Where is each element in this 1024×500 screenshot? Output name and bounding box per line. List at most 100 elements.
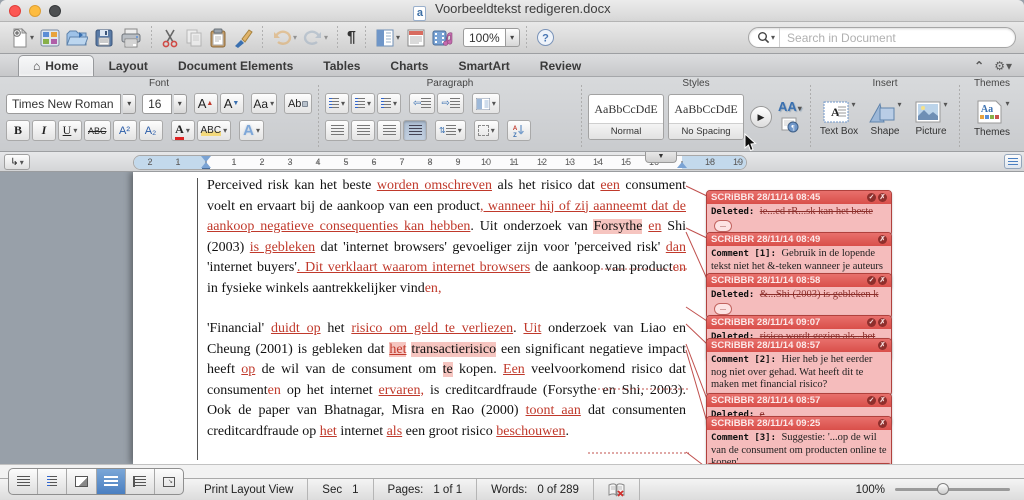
view-layout-button[interactable]: ▾ bbox=[372, 26, 403, 50]
accept-change-icon[interactable]: ✓ bbox=[867, 276, 876, 285]
focus-view-button[interactable]: ↘ bbox=[155, 469, 183, 494]
save-button[interactable] bbox=[91, 26, 117, 50]
zoom-slider-thumb[interactable] bbox=[937, 483, 949, 495]
chevron-down-icon[interactable]: ▾ bbox=[174, 94, 187, 114]
grow-font-button[interactable]: A▲ bbox=[194, 93, 218, 114]
tab-tables[interactable]: Tables bbox=[308, 55, 375, 76]
copy-button[interactable] bbox=[182, 26, 206, 50]
collapse-ribbon-button[interactable]: ⌃ bbox=[974, 59, 984, 73]
paragraph[interactable]: 'Financial' duidt op het risico om geld … bbox=[207, 319, 686, 442]
ribbon-collapse-handle[interactable]: ▼ bbox=[645, 152, 677, 163]
line-spacing-button[interactable]: ⇅▾ bbox=[435, 120, 466, 141]
tab-document-elements[interactable]: Document Elements bbox=[163, 55, 308, 76]
cut-button[interactable] bbox=[158, 26, 182, 50]
header-footer-button[interactable] bbox=[403, 26, 429, 50]
shrink-font-button[interactable]: A▼ bbox=[220, 93, 244, 114]
undo-button[interactable]: ▾ bbox=[269, 26, 300, 50]
numbered-list-button[interactable]: ▾ bbox=[351, 93, 375, 114]
decrease-indent-button[interactable]: ⇦ bbox=[409, 93, 435, 114]
new-document-button[interactable]: ▾ bbox=[8, 26, 37, 50]
comment-bubble[interactable]: SCRiBBR 28/11/14 09:25✗Comment [3]: Sugg… bbox=[706, 416, 892, 464]
superscript-button[interactable]: A² bbox=[113, 120, 137, 141]
zoom-slider[interactable] bbox=[895, 488, 1010, 491]
reject-change-icon[interactable]: ✗ bbox=[878, 235, 887, 244]
deletion-bubble[interactable]: SCRiBBR 28/11/14 08:45✓✗Deleted: ie...ed… bbox=[706, 190, 892, 236]
publishing-layout-button[interactable] bbox=[67, 469, 96, 494]
media-browser-button[interactable] bbox=[429, 26, 457, 50]
font-size-select[interactable]: 16 bbox=[142, 94, 172, 114]
search-scope-button[interactable]: ▾ bbox=[749, 28, 780, 47]
chevron-down-icon[interactable]: ▾ bbox=[123, 94, 136, 114]
tab-charts[interactable]: Charts bbox=[375, 55, 443, 76]
document-page[interactable]: Perceived risk kan het beste worden omsc… bbox=[133, 172, 1024, 464]
tab-layout[interactable]: Layout bbox=[94, 55, 163, 76]
section-indicator[interactable]: Sec1 bbox=[308, 484, 372, 496]
change-case-button[interactable]: Aa▾ bbox=[251, 93, 277, 114]
reject-change-icon[interactable]: ✗ bbox=[878, 341, 887, 350]
notebook-layout-button[interactable] bbox=[126, 469, 155, 494]
multilevel-list-button[interactable]: ▾ bbox=[377, 93, 401, 114]
align-center-button[interactable] bbox=[351, 120, 375, 141]
manage-styles-button[interactable]: ¶ bbox=[781, 117, 799, 136]
picture-button[interactable]: ▾Picture bbox=[909, 100, 953, 137]
highlight-button[interactable]: ABC▾ bbox=[197, 120, 232, 141]
reject-change-icon[interactable]: ✗ bbox=[878, 396, 887, 405]
align-right-button[interactable] bbox=[377, 120, 401, 141]
reject-change-icon[interactable]: ✗ bbox=[878, 318, 887, 327]
view-mode-label[interactable]: Print Layout View bbox=[190, 484, 307, 496]
deletion-bubble[interactable]: SCRiBBR 28/11/14 08:58✓✗Deleted: &...Shi… bbox=[706, 273, 892, 319]
columns-button[interactable]: ▾ bbox=[472, 93, 500, 114]
justify-button[interactable] bbox=[403, 120, 427, 141]
open-button[interactable] bbox=[63, 26, 91, 50]
font-color-button[interactable]: A▾ bbox=[171, 120, 195, 141]
style-gallery-expand-button[interactable]: ▶ bbox=[750, 106, 772, 128]
italic-button[interactable]: I bbox=[32, 120, 56, 141]
font-family-select[interactable]: Times New Roman bbox=[6, 94, 121, 114]
align-left-button[interactable] bbox=[325, 120, 349, 141]
reject-change-icon[interactable]: ✗ bbox=[878, 419, 887, 428]
expand-ellipsis-button[interactable]: ... bbox=[714, 220, 732, 232]
redo-button[interactable]: ▾ bbox=[300, 26, 331, 50]
style-card-no-spacing[interactable]: AaBbCcDdENo Spacing bbox=[668, 94, 744, 140]
document-proxy-icon[interactable]: a bbox=[413, 6, 426, 21]
increase-indent-button[interactable]: ⇨ bbox=[437, 93, 463, 114]
show-formatting-marks-button[interactable]: ¶ bbox=[344, 26, 359, 50]
spelling-status-button[interactable] bbox=[594, 483, 639, 497]
print-button[interactable] bbox=[117, 26, 145, 50]
draft-view-button[interactable] bbox=[9, 469, 38, 494]
paragraph[interactable]: Perceived risk kan het beste worden omsc… bbox=[207, 176, 686, 299]
underline-button[interactable]: U▾ bbox=[58, 120, 82, 141]
borders-button[interactable]: ▾ bbox=[474, 120, 499, 141]
paste-button[interactable] bbox=[206, 26, 230, 50]
print-layout-button[interactable] bbox=[97, 469, 126, 494]
pages-indicator[interactable]: Pages:1 of 1 bbox=[374, 484, 477, 496]
reject-change-icon[interactable]: ✗ bbox=[878, 193, 887, 202]
tab-review[interactable]: Review bbox=[525, 55, 596, 76]
text-effects-button[interactable]: A▾ bbox=[239, 120, 264, 141]
elements-gallery-button[interactable] bbox=[37, 26, 63, 50]
expand-ellipsis-button[interactable]: ... bbox=[714, 303, 732, 315]
sort-button[interactable]: AZ bbox=[507, 120, 531, 141]
accept-change-icon[interactable]: ✓ bbox=[867, 396, 876, 405]
accept-change-icon[interactable]: ✓ bbox=[867, 318, 876, 327]
tab-stop-selector[interactable]: ↳▾ bbox=[4, 154, 30, 170]
style-card-normal[interactable]: AaBbCcDdENormal bbox=[588, 94, 664, 140]
themes-button[interactable]: Aa▾ Themes bbox=[969, 99, 1015, 138]
strikethrough-button[interactable]: ABC bbox=[84, 120, 111, 141]
words-indicator[interactable]: Words:0 of 289 bbox=[477, 484, 593, 496]
reject-change-icon[interactable]: ✗ bbox=[878, 276, 887, 285]
help-button[interactable]: ? bbox=[533, 26, 558, 50]
shape-button[interactable]: ▾Shape bbox=[863, 100, 907, 137]
ruler-toggle-button[interactable] bbox=[1004, 154, 1022, 169]
left-indent-marker[interactable] bbox=[202, 168, 210, 170]
bold-button[interactable]: B bbox=[6, 120, 30, 141]
tab-home[interactable]: ⌂Home bbox=[18, 55, 94, 76]
comment-bubble[interactable]: SCRiBBR 28/11/14 08:57✗Comment [2]: Hier… bbox=[706, 338, 892, 396]
document-text[interactable]: Perceived risk kan het beste worden omsc… bbox=[207, 176, 686, 464]
text-box-button[interactable]: A▾Text Box bbox=[817, 100, 861, 137]
zoom-dropdown[interactable]: 100% ▾ bbox=[463, 28, 520, 47]
accept-change-icon[interactable]: ✓ bbox=[867, 193, 876, 202]
outline-view-button[interactable] bbox=[38, 469, 67, 494]
subscript-button[interactable]: A₂ bbox=[139, 120, 163, 141]
text-effects-gallery-button[interactable]: AA▾ bbox=[778, 99, 802, 114]
